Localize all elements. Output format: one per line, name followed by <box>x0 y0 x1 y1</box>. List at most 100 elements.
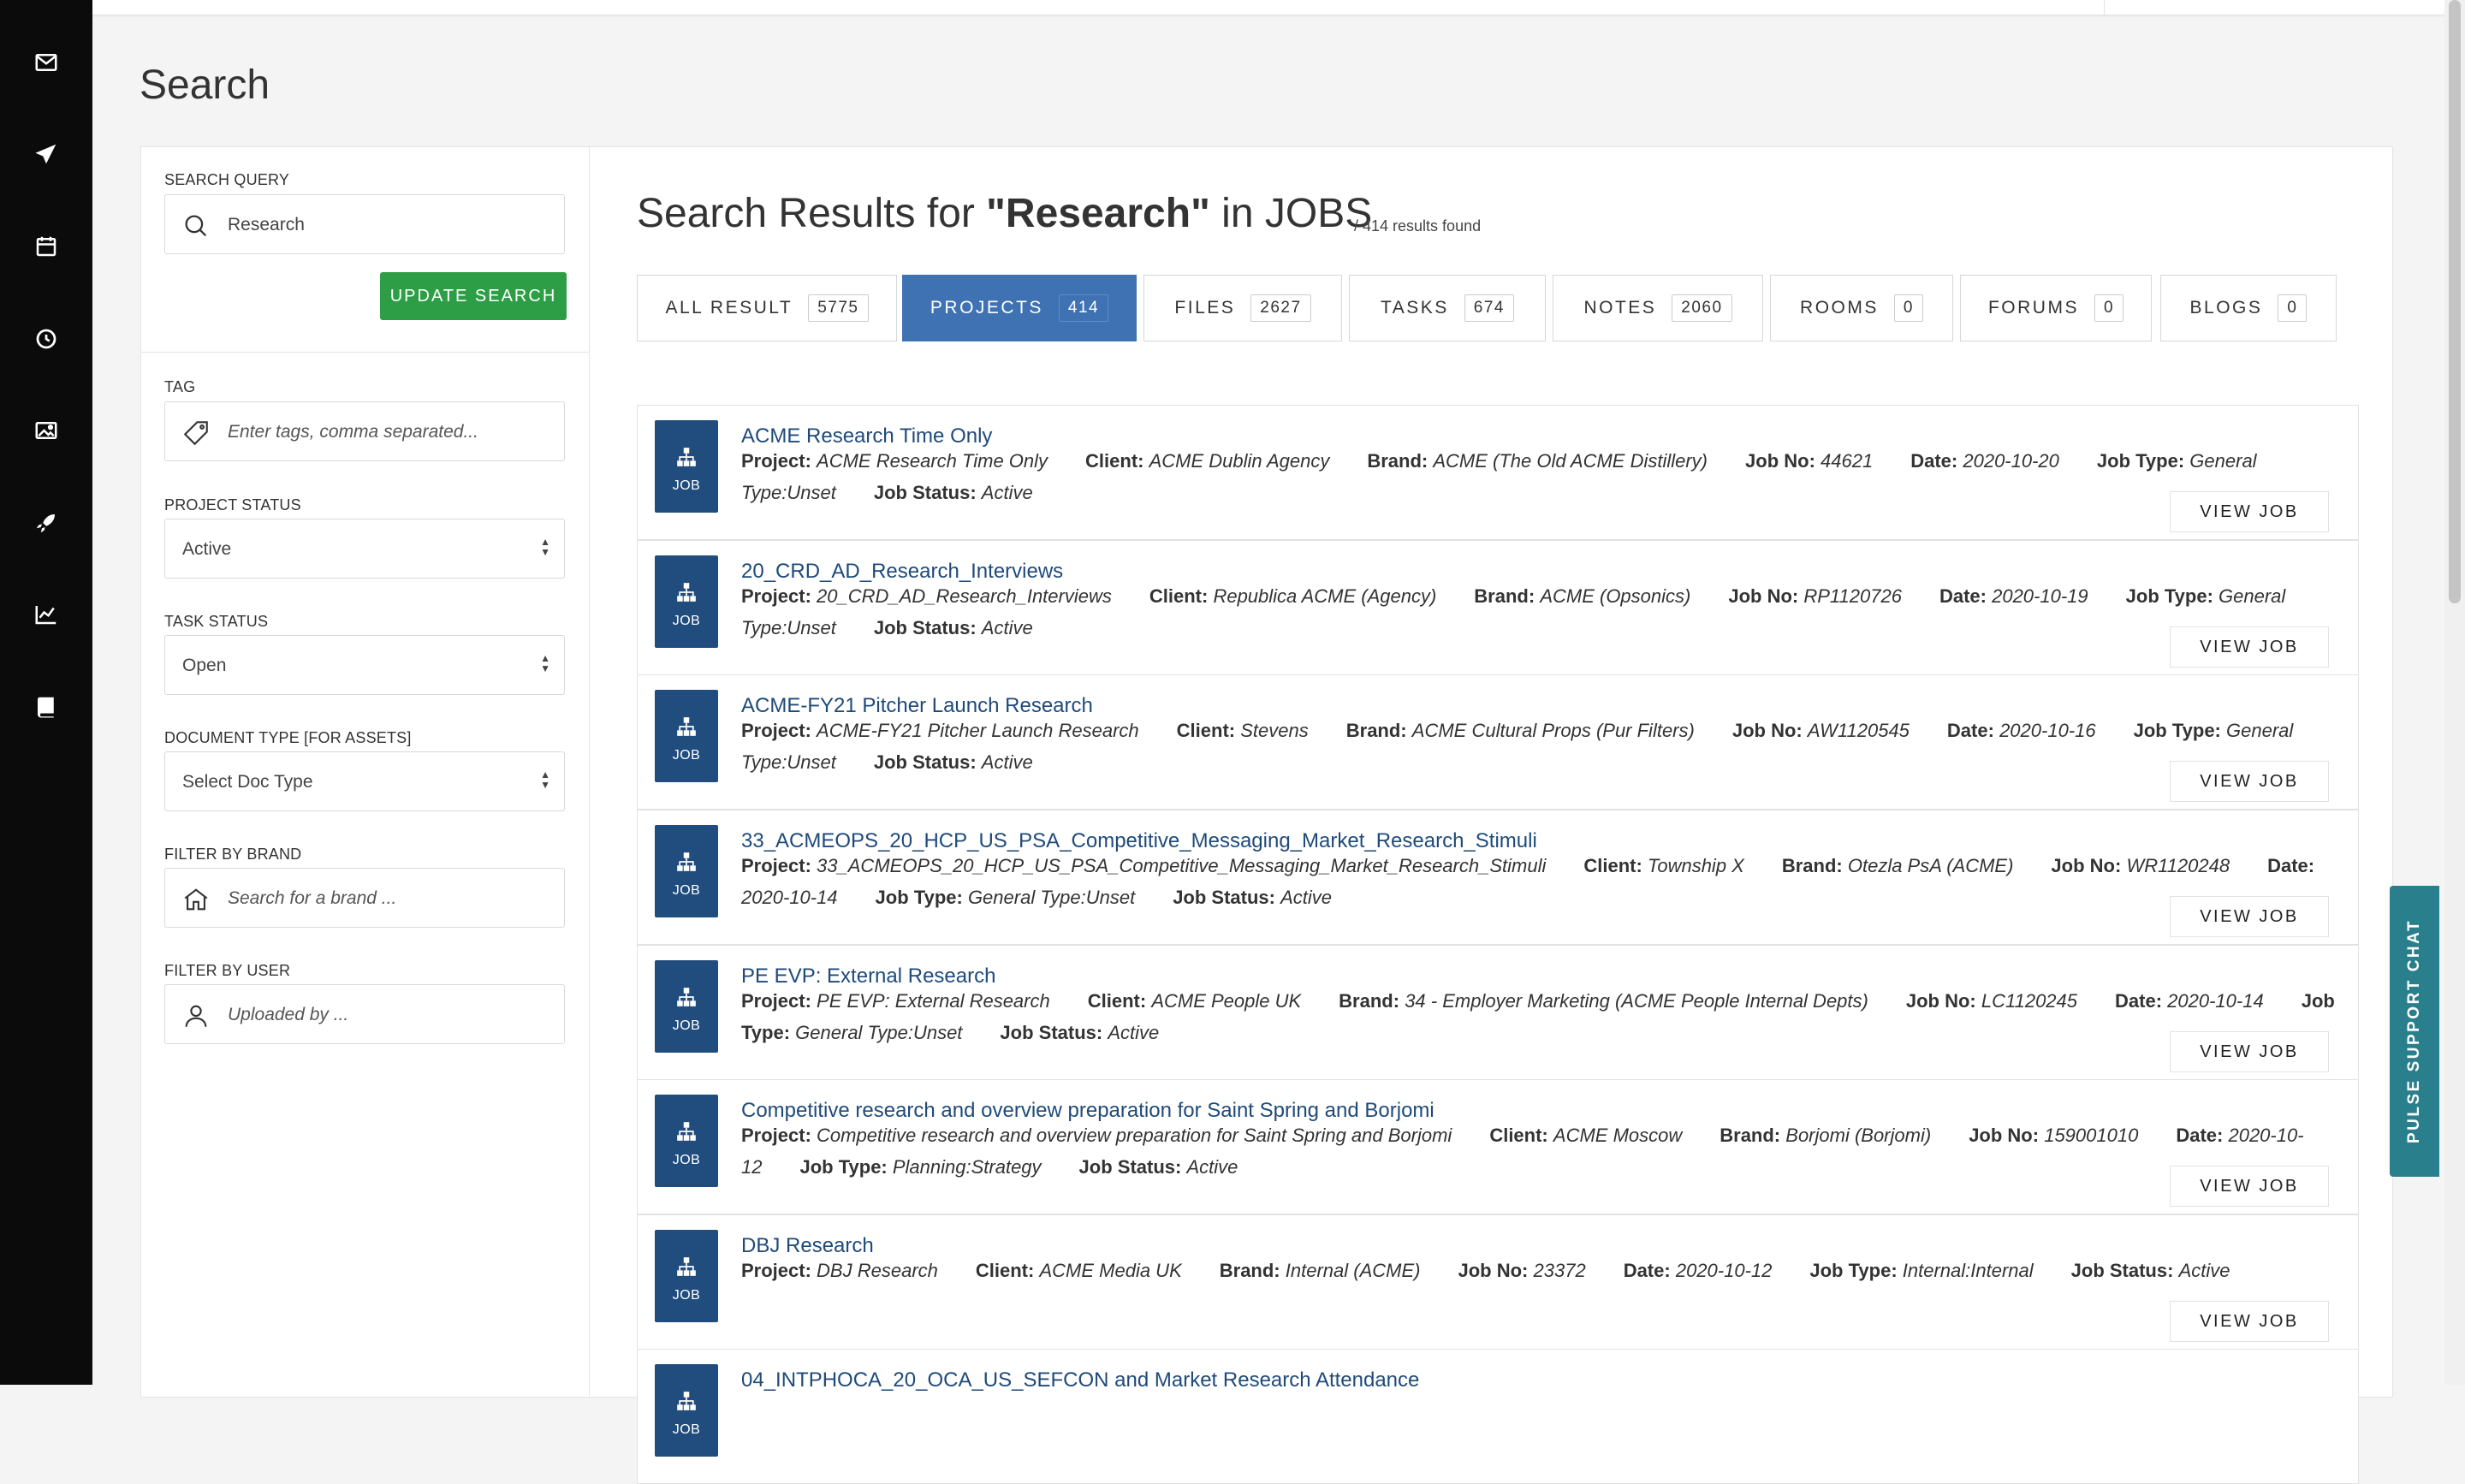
job-detail-key: Job Status: <box>873 751 977 773</box>
select-arrows-icon: ▲ ▼ <box>540 769 550 791</box>
job-detail-field: Job Status: Active <box>874 482 1033 503</box>
job-details-line: Type: General Type:Unset Job Status: Acti… <box>741 1022 1197 1044</box>
clock-icon[interactable] <box>31 324 62 354</box>
job-detail-key: Type: <box>741 1022 791 1043</box>
user-filter-placeholder: Uploaded by ... <box>228 1005 349 1024</box>
job-detail-field: Date: 2020-10- <box>2176 1125 2303 1146</box>
view-job-button[interactable]: VIEW JOB <box>2170 1301 2329 1342</box>
job-title-link[interactable]: ACME-FY21 Pitcher Launch Research <box>741 694 1093 718</box>
project-status-select[interactable]: Active ▲ ▼ <box>164 519 565 579</box>
tab-forums[interactable]: FORUMS 0 <box>1960 275 2152 341</box>
task-status-select[interactable]: Open ▲ ▼ <box>164 635 565 695</box>
scrollbar-thumb[interactable] <box>2449 0 2461 603</box>
view-job-button[interactable]: VIEW JOB <box>2170 491 2329 532</box>
job-detail-field: Project: 20_CRD_AD_Research_Interviews <box>741 585 1112 607</box>
job-detail-value: 2020-10-12 <box>1675 1260 1773 1281</box>
job-detail-value: 159001010 <box>2044 1125 2139 1146</box>
job-details-line: 12 Job Type: Planning:Strategy Job Status:… <box>741 1156 1275 1178</box>
job-detail-key: Job No: <box>1905 990 1976 1012</box>
send-icon[interactable] <box>31 139 62 169</box>
job-detail-field: Job No: 23372 <box>1458 1260 1585 1281</box>
doc-type-select[interactable]: Select Doc Type ▲ ▼ <box>164 751 565 811</box>
job-detail-field: Job Type: General <box>2126 585 2286 607</box>
job-detail-key: Job Status: <box>1078 1156 1182 1178</box>
job-detail-value: General <box>2226 720 2294 741</box>
job-detail-value: 2020-10-20 <box>1963 450 2059 472</box>
job-details-line: Project: 33_ACMEOPS_20_HCP_US_PSA_Compet… <box>741 855 2352 877</box>
view-job-button[interactable]: VIEW JOB <box>2170 761 2329 802</box>
update-search-button[interactable]: UPDATE SEARCH <box>380 272 567 320</box>
job-detail-value: Active <box>981 482 1033 503</box>
view-job-button[interactable]: VIEW JOB <box>2170 1031 2329 1072</box>
tag-input[interactable]: Enter tags, comma separated... <box>164 401 565 461</box>
tab-label: TASKS <box>1381 298 1449 318</box>
brand-filter-placeholder: Search for a brand ... <box>228 888 397 908</box>
job-details-line: Type:Unset Job Status: Active <box>741 617 1071 639</box>
book-icon[interactable] <box>31 692 62 722</box>
job-title-link[interactable]: Competitive research and overview prepar… <box>741 1099 1434 1123</box>
job-title-link[interactable]: 20_CRD_AD_Research_Interviews <box>741 560 1063 584</box>
job-detail-key: Date: <box>2267 855 2315 876</box>
job-detail-value: ACME Cultural Props (Pur Filters) <box>1411 720 1695 741</box>
job-detail-value: ACME Dublin Agency <box>1149 450 1330 472</box>
job-detail-field: Client: Republica ACME (Agency) <box>1149 585 1436 607</box>
job-title-link[interactable]: 04_INTPHOCA_20_OCA_US_SEFCON and Market … <box>741 1368 1419 1392</box>
rocket-icon[interactable] <box>31 508 62 538</box>
job-detail-key: Date: <box>2176 1125 2224 1146</box>
job-title-link[interactable]: ACME Research Time Only <box>741 424 992 448</box>
job-title-link[interactable]: DBJ Research <box>741 1234 874 1258</box>
view-job-button[interactable]: VIEW JOB <box>2170 626 2329 668</box>
tab-all-result[interactable]: ALL RESULT 5775 <box>637 275 897 341</box>
tab-rooms[interactable]: ROOMS 0 <box>1770 275 1953 341</box>
job-badge: JOB <box>655 825 718 917</box>
job-details-line: Project: PE EVP: External Research Client… <box>741 990 2373 1012</box>
job-detail-value: Borjomi (Borjomi) <box>1785 1125 1932 1146</box>
job-detail-field: Type: General Type:Unset <box>741 1022 962 1043</box>
view-job-button[interactable]: VIEW JOB <box>2170 896 2329 937</box>
sitemap-icon <box>677 1257 696 1276</box>
job-detail-field: Job Type: General Type:Unset <box>876 887 1136 908</box>
user-filter-input[interactable]: Uploaded by ... <box>164 984 565 1044</box>
job-detail-value: Type:Unset <box>741 751 836 773</box>
topbar-divider <box>2104 0 2105 15</box>
sitemap-icon <box>677 1392 696 1410</box>
job-detail-key: Date: <box>2115 990 2163 1012</box>
job-detail-value: Active <box>2178 1260 2230 1281</box>
tab-files[interactable]: FILES 2627 <box>1143 275 1342 341</box>
job-detail-field: Type:Unset <box>741 617 836 638</box>
job-title-link[interactable]: PE EVP: External Research <box>741 965 995 988</box>
job-detail-key: Project: <box>741 855 811 876</box>
job-detail-field: Job Type: General <box>2097 450 2257 472</box>
pulse-support-chat-button[interactable]: PULSE SUPPORT CHAT <box>2390 886 2439 1177</box>
project-status-label: PROJECT STATUS <box>164 496 301 513</box>
job-detail-key: Job No: <box>1728 585 1799 607</box>
left-nav <box>0 0 92 1385</box>
tab-tasks[interactable]: TASKS 674 <box>1349 275 1546 341</box>
mail-icon[interactable] <box>31 47 62 78</box>
calendar-icon[interactable] <box>31 231 62 262</box>
job-detail-value: PE EVP: External Research <box>817 990 1050 1012</box>
tab-blogs[interactable]: BLOGS 0 <box>2160 275 2337 341</box>
job-result-card: JOB ACME Research Time Only Project: ACME … <box>637 405 2359 540</box>
job-detail-field: Brand: Internal (ACME) <box>1220 1260 1421 1281</box>
job-detail-key: Brand: <box>1339 990 1400 1012</box>
job-result-card: JOB 33_ACMEOPS_20_HCP_US_PSA_Competitive_… <box>637 810 2359 945</box>
results-title-prefix: Search Results for <box>637 191 987 236</box>
job-detail-field: Brand: ACME (Opsonics) <box>1474 585 1690 607</box>
page-scrollbar[interactable] <box>2444 0 2465 1385</box>
job-detail-field: Client: ACME People UK <box>1088 990 1301 1012</box>
tab-count: 0 <box>2278 294 2308 322</box>
tab-label: NOTES <box>1583 298 1657 318</box>
image-icon[interactable] <box>31 415 62 446</box>
view-job-button[interactable]: VIEW JOB <box>2170 1166 2329 1207</box>
job-detail-key: Job Type: <box>799 1156 888 1178</box>
chart-icon[interactable] <box>31 599 62 630</box>
tab-projects[interactable]: PROJECTS 414 <box>902 275 1137 341</box>
tab-count: 674 <box>1464 294 1514 322</box>
tab-notes[interactable]: NOTES 2060 <box>1553 275 1763 341</box>
job-title-link[interactable]: 33_ACMEOPS_20_HCP_US_PSA_Competitive_Mes… <box>741 829 1537 853</box>
search-query-input[interactable]: Research <box>164 194 565 254</box>
tab-count: 0 <box>1893 294 1923 322</box>
job-detail-key: Job Status: <box>873 482 977 503</box>
brand-filter-input[interactable]: Search for a brand ... <box>164 868 565 928</box>
